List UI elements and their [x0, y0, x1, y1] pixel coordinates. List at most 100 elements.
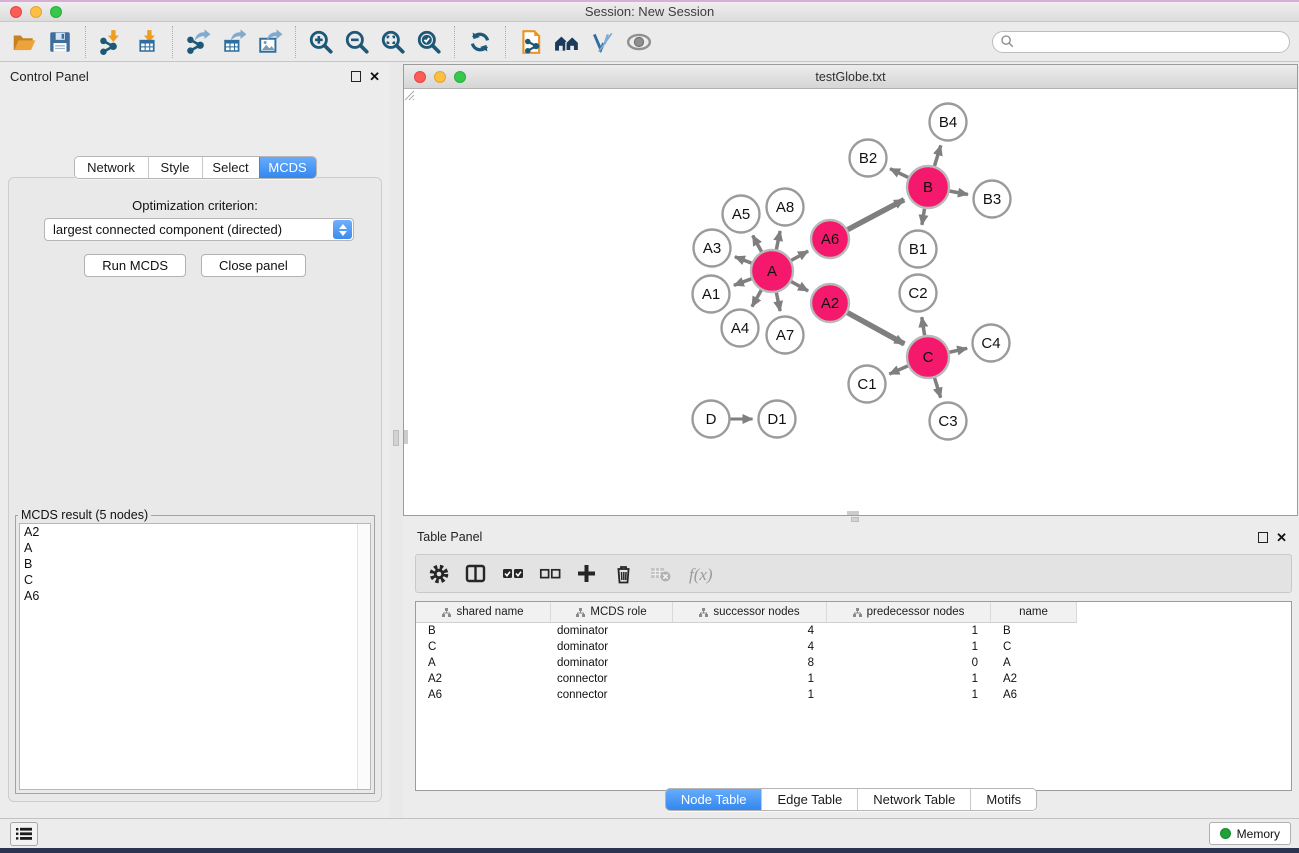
task-history-button[interactable]	[10, 822, 38, 846]
vertical-split-divider[interactable]	[390, 62, 403, 818]
svg-text:f(x): f(x)	[689, 565, 713, 584]
table-row[interactable]: Bdominator41B	[416, 623, 1291, 639]
select-all-button[interactable]	[502, 559, 524, 589]
network-node-B[interactable]: B	[907, 166, 949, 208]
network-node-A3[interactable]: A3	[694, 230, 731, 267]
column-header-successor-nodes[interactable]: successor nodes	[673, 602, 827, 623]
network-node-A7[interactable]: A7	[767, 317, 804, 354]
open-session-button[interactable]	[6, 25, 42, 59]
table-body: Bdominator41BCdominator41CAdominator80AA…	[416, 623, 1291, 703]
run-mcds-button[interactable]: Run MCDS	[84, 254, 186, 277]
network-window-titlebar[interactable]: testGlobe.txt	[404, 65, 1297, 89]
mcds-result-item[interactable]: A	[20, 540, 370, 556]
mcds-result-item[interactable]: C	[20, 572, 370, 588]
show-columns-icon	[465, 563, 487, 585]
svg-text:C: C	[923, 349, 934, 366]
network-node-B3[interactable]: B3	[974, 181, 1011, 218]
zoom-selected-button[interactable]	[411, 25, 447, 59]
column-header-MCDS-role[interactable]: MCDS role	[551, 602, 673, 623]
network-node-A[interactable]: A	[751, 250, 793, 292]
table-panel: Table Panel ✕ f(x) shared nameMCDS roles…	[403, 523, 1299, 818]
mcds-result-item[interactable]: A2	[20, 524, 370, 540]
import-table-button[interactable]	[129, 25, 165, 59]
refresh-layout-button[interactable]	[462, 25, 498, 59]
network-node-C4[interactable]: C4	[973, 325, 1010, 362]
network-node-A5[interactable]: A5	[723, 196, 760, 233]
first-neighbors-button[interactable]	[513, 25, 549, 59]
network-node-A4[interactable]: A4	[722, 310, 759, 347]
svg-text:B2: B2	[859, 150, 877, 167]
horizontal-split-divider[interactable]	[403, 516, 1299, 523]
table-row[interactable]: Adominator80A	[416, 655, 1291, 671]
close-panel-button[interactable]: Close panel	[201, 254, 306, 277]
mcds-panel: Optimization criterion: largest connecte…	[8, 177, 382, 802]
table-row[interactable]: A2connector11A2	[416, 671, 1291, 687]
svg-text:A4: A4	[731, 320, 749, 337]
network-canvas[interactable]: B4 B2 B B3 A8A5 A6 A3 B1 A C2 A1 A2 A4 A7 C4 C C1 C3 D D1	[404, 90, 1297, 515]
network-node-A1[interactable]: A1	[693, 276, 730, 313]
network-node-B2[interactable]: B2	[850, 140, 887, 177]
svg-text:C4: C4	[981, 335, 1000, 352]
column-header-shared-name[interactable]: shared name	[416, 602, 551, 623]
table-row[interactable]: Cdominator41C	[416, 639, 1291, 655]
table-close-panel-icon[interactable]: ✕	[1276, 531, 1287, 544]
float-panel-icon[interactable]	[351, 71, 361, 82]
export-image-button[interactable]	[252, 25, 288, 59]
control-panel-tabs: NetworkStyleSelectMCDS	[0, 156, 390, 179]
network-node-C[interactable]: C	[907, 336, 949, 378]
delete-column-button[interactable]	[613, 559, 635, 589]
search-text-field[interactable]	[1015, 33, 1289, 51]
delete-column-icon	[613, 563, 635, 585]
tab-network[interactable]: Network	[75, 157, 148, 178]
tab-style[interactable]: Style	[148, 157, 202, 178]
import-network-button[interactable]	[93, 25, 129, 59]
network-node-D1[interactable]: D1	[759, 401, 796, 438]
network-node-B4[interactable]: B4	[930, 104, 967, 141]
table-float-panel-icon[interactable]	[1258, 532, 1268, 543]
export-network-button[interactable]	[180, 25, 216, 59]
network-node-C2[interactable]: C2	[900, 275, 937, 312]
column-header-name[interactable]: name	[991, 602, 1077, 623]
home-button[interactable]	[549, 25, 585, 59]
network-node-D[interactable]: D	[693, 401, 730, 438]
save-session-button[interactable]	[42, 25, 78, 59]
mcds-result-list[interactable]: A2ABCA6	[19, 523, 371, 790]
import-table-icon	[134, 29, 160, 55]
zoom-fit-button[interactable]	[375, 25, 411, 59]
column-header-predecessor-nodes[interactable]: predecessor nodes	[827, 602, 991, 623]
criterion-dropdown[interactable]: largest connected component (directed)	[44, 218, 354, 241]
network-node-C3[interactable]: C3	[930, 403, 967, 440]
table-tab-edge-table[interactable]: Edge Table	[761, 789, 857, 810]
memory-button[interactable]: Memory	[1209, 822, 1291, 845]
table-tab-motifs[interactable]: Motifs	[970, 789, 1036, 810]
deselect-all-button[interactable]	[539, 559, 561, 589]
hide-details-icon	[590, 29, 616, 55]
hide-details-button[interactable]	[585, 25, 621, 59]
close-panel-icon[interactable]: ✕	[369, 70, 380, 83]
show-columns-button[interactable]	[465, 559, 487, 589]
eye-button[interactable]	[621, 25, 657, 59]
mcds-result-item[interactable]: B	[20, 556, 370, 572]
network-node-A2[interactable]: A2	[811, 284, 849, 322]
network-node-B1[interactable]: B1	[900, 231, 937, 268]
table-toolbar: f(x)	[415, 554, 1292, 593]
network-node-A6[interactable]: A6	[811, 220, 849, 258]
zoom-in-button[interactable]	[303, 25, 339, 59]
tab-mcds[interactable]: MCDS	[259, 157, 316, 178]
zoom-out-button[interactable]	[339, 25, 375, 59]
mcds-result-item[interactable]: A6	[20, 588, 370, 604]
table-tab-node-table[interactable]: Node Table	[666, 789, 762, 810]
add-column-button[interactable]	[576, 559, 598, 589]
tab-select[interactable]: Select	[202, 157, 259, 178]
destroy-table-button[interactable]	[650, 559, 672, 589]
function-builder-button[interactable]: f(x)	[687, 559, 721, 589]
table-row[interactable]: A6connector11A6	[416, 687, 1291, 703]
export-table-button[interactable]	[216, 25, 252, 59]
search-input[interactable]	[992, 31, 1290, 53]
result-scrollbar[interactable]	[357, 524, 370, 789]
cell-MCDS-role: dominator	[551, 655, 673, 671]
network-node-A8[interactable]: A8	[767, 189, 804, 226]
network-node-C1[interactable]: C1	[849, 366, 886, 403]
settings-gear-button[interactable]	[428, 559, 450, 589]
table-tab-network-table[interactable]: Network Table	[857, 789, 970, 810]
